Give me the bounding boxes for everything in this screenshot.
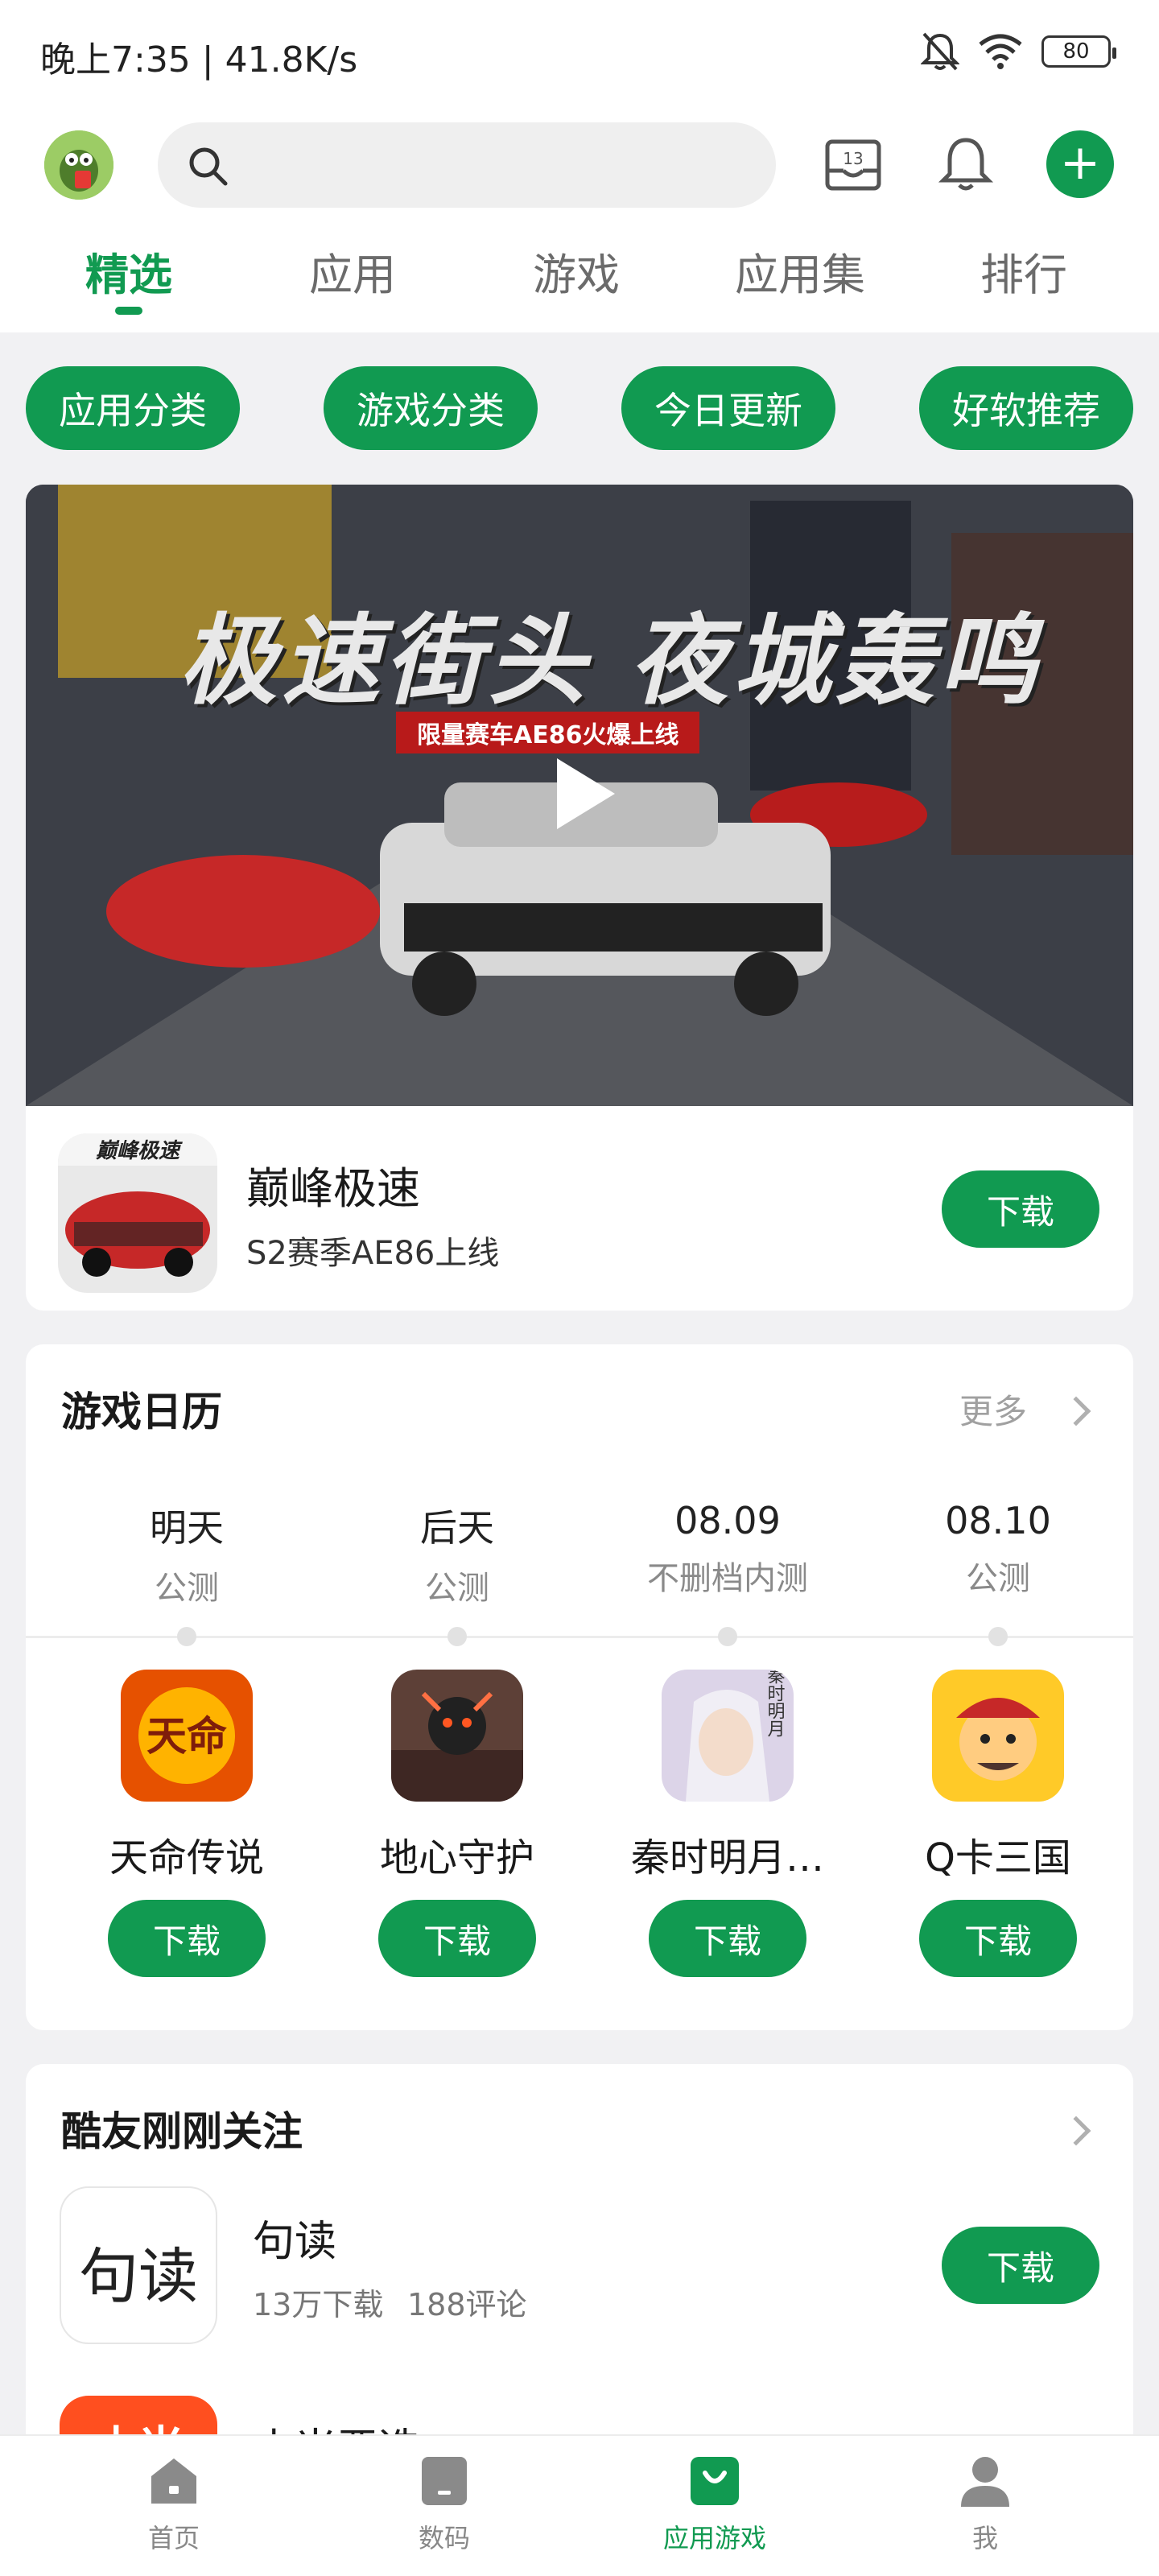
calendar-test-type: 公测 bbox=[425, 1570, 489, 1607]
search-bar[interactable] bbox=[158, 122, 776, 208]
following-section-title: 酷友刚刚关注 bbox=[61, 2108, 303, 2155]
featured-card[interactable]: 极速街头 夜城轰鸣 限量赛车AE86火爆上线 巅峰极速 巅峰极速 S2赛季AE8… bbox=[26, 485, 1133, 1311]
bottom-navigation: 首页 数码 应用游戏 我 bbox=[0, 2434, 1159, 2576]
calendar-section-title: 游戏日历 bbox=[61, 1389, 222, 1435]
svg-text:巅峰极速: 巅峰极速 bbox=[96, 1139, 183, 1163]
tab-rankings[interactable]: 排行 bbox=[943, 239, 1104, 303]
tab-featured[interactable]: 精选 bbox=[48, 239, 209, 303]
status-time-speed: 晚上7:35 | 41.8K/s bbox=[40, 39, 358, 80]
featured-app-name: 巅峰极速 bbox=[246, 1163, 420, 1214]
nav-label: 我 bbox=[971, 2523, 998, 2553]
calendar-date: 明天 bbox=[150, 1506, 224, 1550]
game-icon-dixin[interactable] bbox=[391, 1670, 523, 1802]
game-icon-qka[interactable] bbox=[932, 1670, 1064, 1802]
featured-download-button[interactable]: 下载 bbox=[942, 1170, 1099, 1248]
app-icon-judu[interactable]: 句读 bbox=[60, 2186, 217, 2344]
chevron-right-icon[interactable] bbox=[1061, 2116, 1091, 2146]
app-bar: 13 + bbox=[0, 105, 1159, 229]
nav-label: 数码 bbox=[418, 2523, 470, 2553]
download-button[interactable]: 下载 bbox=[649, 1900, 806, 1977]
app-comment-count: 188评论 bbox=[407, 2287, 527, 2322]
featured-video-banner[interactable]: 极速街头 夜城轰鸣 限量赛车AE86火爆上线 bbox=[26, 485, 1133, 1106]
tab-games[interactable]: 游戏 bbox=[496, 239, 657, 303]
tab-apps[interactable]: 应用 bbox=[272, 239, 433, 303]
nav-item-me[interactable]: 我 bbox=[905, 2454, 1066, 2555]
play-icon[interactable] bbox=[557, 758, 615, 829]
calendar-more-link[interactable]: 更多 bbox=[959, 1385, 1027, 1434]
app-categories-button[interactable]: 应用分类 bbox=[26, 366, 240, 450]
calendar-date: 后天 bbox=[420, 1506, 494, 1550]
calendar-date: 08.09 bbox=[674, 1499, 781, 1542]
timeline-dot bbox=[177, 1627, 196, 1646]
inbox-calendar-icon[interactable]: 13 bbox=[821, 132, 885, 196]
wifi-icon bbox=[979, 34, 1022, 69]
friends-following-card: 酷友刚刚关注 句读 句读 13万下载 188评论 下载 小米 小米严选 下载 bbox=[26, 2064, 1133, 2483]
app-icon-judu-text: 句读 bbox=[79, 2242, 198, 2311]
device-icon bbox=[422, 2457, 467, 2505]
svg-text:秦时明月: 秦时明月 bbox=[765, 1670, 786, 1737]
chevron-right-icon[interactable] bbox=[1061, 1396, 1091, 1426]
avatar[interactable] bbox=[44, 130, 113, 200]
status-bar: 晚上7:35 | 41.8K/s 80 bbox=[0, 0, 1159, 105]
nav-item-digital[interactable]: 数码 bbox=[364, 2454, 525, 2555]
game-name[interactable]: Q卡三国 bbox=[877, 1826, 1119, 1882]
avatar-image bbox=[44, 130, 113, 200]
calendar-test-type: 不删档内测 bbox=[647, 1560, 808, 1597]
calendar-test-type: 公测 bbox=[155, 1570, 219, 1607]
person-icon bbox=[961, 2457, 1009, 2507]
store-bag-icon bbox=[691, 2457, 739, 2505]
notification-bell-icon[interactable] bbox=[934, 132, 998, 196]
timeline-dot bbox=[448, 1627, 467, 1646]
game-categories-button[interactable]: 游戏分类 bbox=[324, 366, 538, 450]
download-button[interactable]: 下载 bbox=[919, 1900, 1077, 1977]
calendar-date-item: 后天 公测 bbox=[353, 1499, 562, 1608]
recommended-apps-button[interactable]: 好软推荐 bbox=[919, 366, 1133, 450]
tab-active-indicator bbox=[115, 307, 142, 315]
download-button[interactable]: 下载 bbox=[108, 1900, 266, 1977]
home-icon bbox=[151, 2458, 196, 2504]
calendar-date: 08.10 bbox=[945, 1499, 1051, 1542]
status-icons: 80 bbox=[921, 31, 1116, 72]
search-icon bbox=[189, 147, 228, 186]
nav-item-home[interactable]: 首页 bbox=[93, 2454, 254, 2555]
game-name[interactable]: 天命传说 bbox=[66, 1826, 307, 1882]
download-button[interactable]: 下载 bbox=[378, 1900, 536, 1977]
timeline-dot bbox=[718, 1627, 737, 1646]
banner-subtitle: 限量赛车AE86火爆上线 bbox=[396, 712, 700, 753]
game-name[interactable]: 秦时明月… bbox=[607, 1826, 848, 1882]
calendar-date-item: 08.10 公测 bbox=[893, 1499, 1103, 1599]
app-download-count: 13万下载 bbox=[253, 2287, 384, 2322]
add-button[interactable]: + bbox=[1046, 130, 1114, 198]
calendar-date-item: 08.09 不删档内测 bbox=[623, 1499, 832, 1599]
top-tabs: 精选 应用 游戏 应用集 排行 bbox=[0, 229, 1159, 332]
app-name: 句读 bbox=[253, 2218, 337, 2266]
game-icon-tianming[interactable]: 天命 bbox=[121, 1670, 253, 1802]
mute-bell-icon bbox=[921, 32, 959, 71]
today-updates-button[interactable]: 今日更新 bbox=[621, 366, 835, 450]
game-name[interactable]: 地心守护 bbox=[336, 1826, 578, 1882]
banner-title: 极速街头 夜城轰鸣 bbox=[179, 604, 1042, 718]
featured-app-desc: S2赛季AE86上线 bbox=[246, 1235, 500, 1272]
calendar-test-type: 公测 bbox=[966, 1560, 1030, 1597]
nav-label: 应用游戏 bbox=[662, 2523, 766, 2553]
inbox-badge: 13 bbox=[843, 149, 863, 168]
svg-text:天命: 天命 bbox=[146, 1712, 227, 1760]
calendar-date-item: 明天 公测 bbox=[82, 1499, 291, 1608]
battery-icon: 80 bbox=[1041, 35, 1116, 68]
game-icon-qinshi[interactable]: 秦时明月 bbox=[662, 1670, 794, 1802]
featured-app-icon[interactable]: 巅峰极速 bbox=[58, 1133, 217, 1293]
nav-item-apps-games[interactable]: 应用游戏 bbox=[634, 2454, 795, 2555]
nav-label: 首页 bbox=[147, 2523, 200, 2553]
tab-app-collections[interactable]: 应用集 bbox=[720, 239, 881, 303]
download-button[interactable]: 下载 bbox=[942, 2227, 1099, 2304]
timeline-dot bbox=[988, 1627, 1008, 1646]
